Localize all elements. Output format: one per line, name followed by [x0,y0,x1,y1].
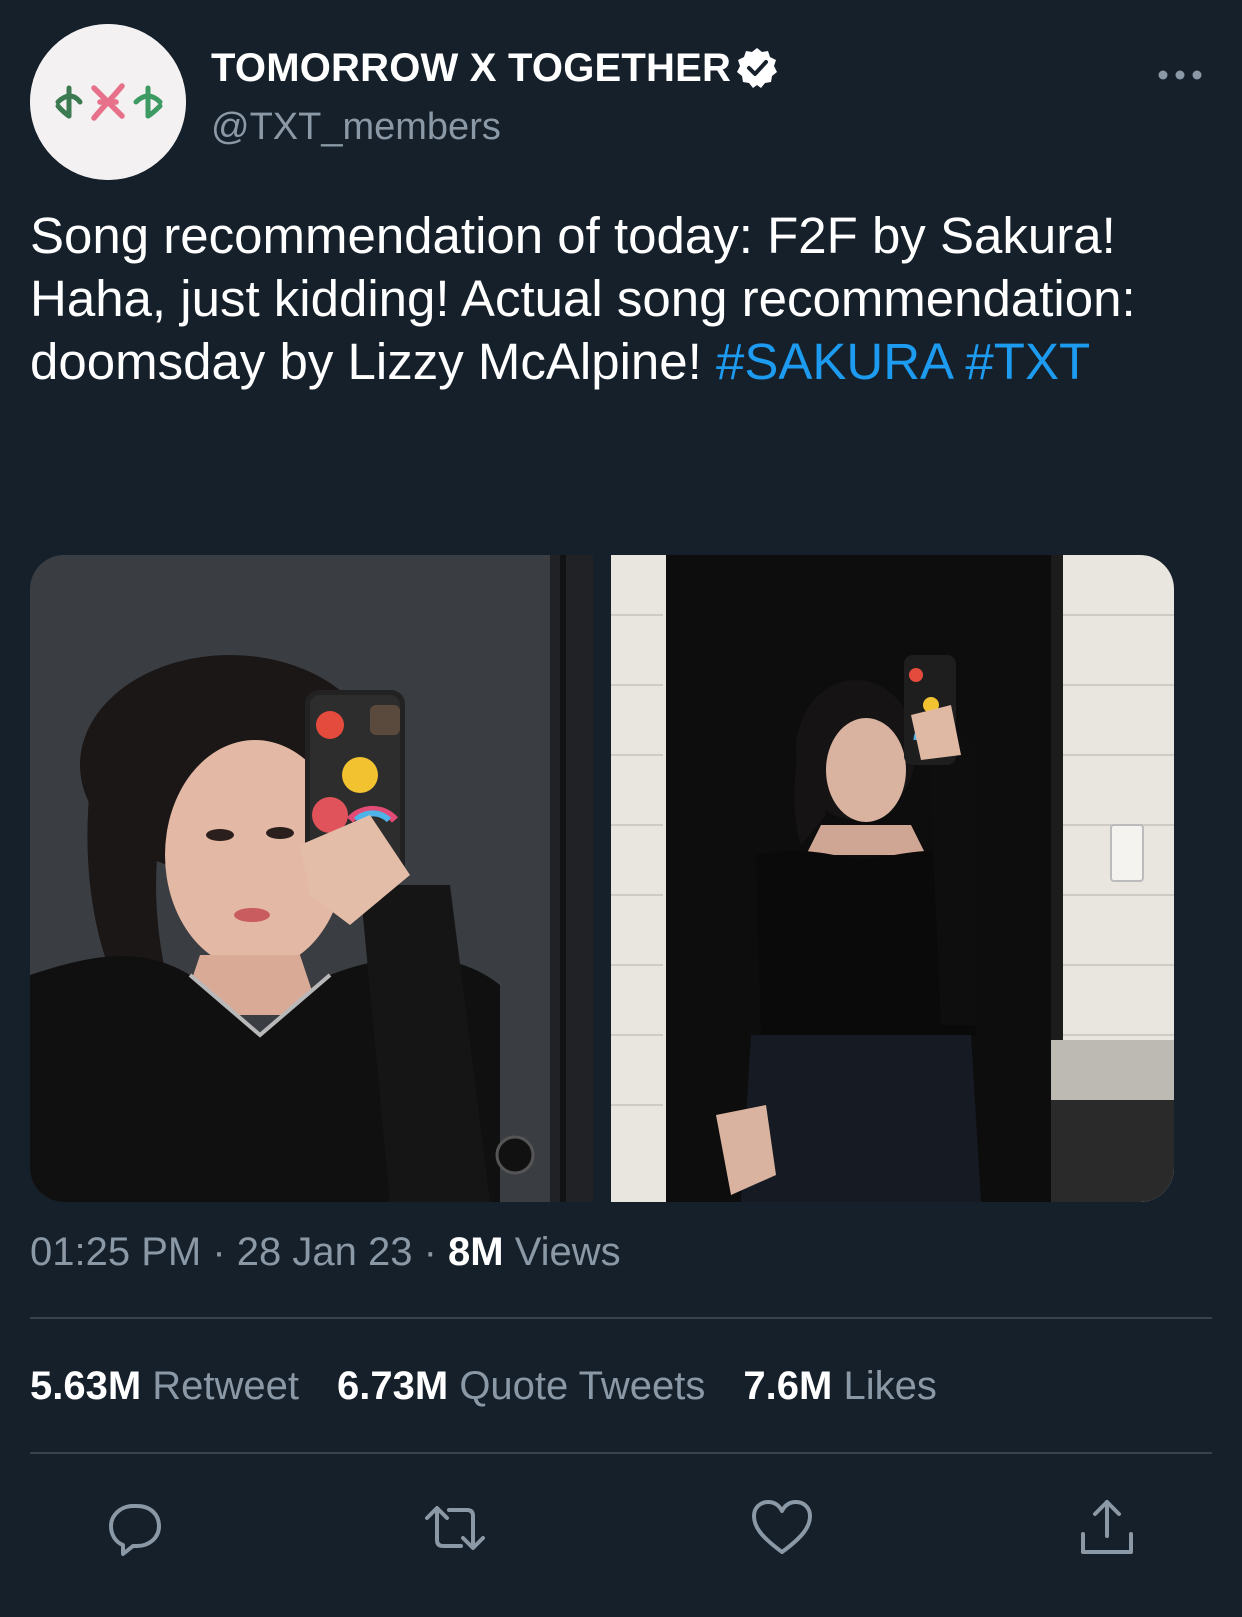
reply-button[interactable] [103,1496,167,1560]
like-icon [752,1500,812,1554]
tweet-meta: 01:25 PM · 28 Jan 23 · 8M Views [30,1230,621,1275]
stat-label: Retweet [141,1364,300,1408]
hashtag-link[interactable]: #TXT [965,333,1090,390]
author-name-row: TOMORROW X TOGETHER [211,40,779,96]
meta-separator: · [201,1230,237,1274]
tweet-date[interactable]: 28 Jan 23 [237,1230,413,1274]
tweet-text: Song recommendation of today: F2F by Sak… [30,204,1200,393]
more-options-icon[interactable] [1155,60,1205,90]
stat-count: 7.6M [743,1364,833,1408]
action-bar [0,1496,1242,1566]
reply-icon [109,1504,161,1556]
share-button[interactable] [1075,1496,1139,1560]
tweet-time[interactable]: 01:25 PM [30,1230,201,1274]
stat-quote-tweets[interactable]: 6.73M Quote Tweets [337,1364,705,1409]
share-icon [1081,1500,1133,1554]
stat-label: Likes [832,1364,937,1408]
display-name[interactable]: TOMORROW X TOGETHER [211,46,731,91]
media-grid [30,555,1174,1202]
handle[interactable]: @TXT_members [211,106,501,149]
mirror-selfie-photo [30,555,593,1202]
stat-retweets[interactable]: 5.63M Retweet [30,1364,299,1409]
hashtag-link[interactable]: #SAKURA [716,333,951,390]
txt-logo-icon [30,24,186,180]
like-button[interactable] [750,1496,814,1560]
divider [30,1452,1212,1454]
tweet-stats: 5.63M Retweet 6.73M Quote Tweets 7.6M Li… [30,1364,937,1409]
retweet-icon [425,1506,485,1550]
tweet-detail: TOMORROW X TOGETHER @TXT_members Song re… [0,0,1242,1617]
meta-separator: · [412,1230,449,1274]
verified-badge-icon [735,46,779,90]
divider [30,1317,1212,1319]
photo-2[interactable] [611,555,1174,1202]
full-body-mirror-photo [611,555,1174,1202]
stat-count: 6.73M [337,1364,449,1408]
stat-likes[interactable]: 7.6M Likes [743,1364,936,1409]
photo-1[interactable] [30,555,593,1202]
views-label: Views [503,1230,621,1274]
views-count: 8M [448,1230,504,1274]
avatar[interactable] [30,24,186,180]
retweet-button[interactable] [423,1496,487,1560]
stat-label: Quote Tweets [448,1364,706,1408]
stat-count: 5.63M [30,1364,142,1408]
